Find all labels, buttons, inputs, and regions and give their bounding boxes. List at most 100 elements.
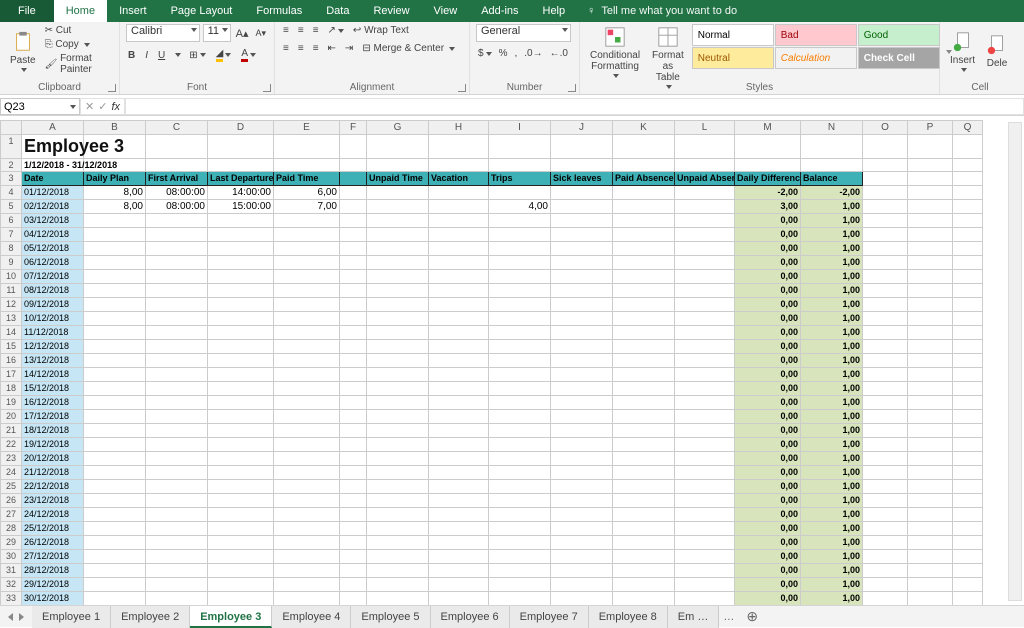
row-header[interactable]: 1 — [0, 135, 22, 159]
cell[interactable] — [675, 550, 735, 564]
cell-diff[interactable]: 0,00 — [735, 396, 801, 410]
cell[interactable] — [489, 256, 551, 270]
cell[interactable] — [489, 340, 551, 354]
font-size-select[interactable]: 11 — [203, 24, 231, 42]
cell-diff[interactable]: 0,00 — [735, 550, 801, 564]
cell[interactable] — [340, 368, 367, 382]
borders-button[interactable]: ⊞ — [187, 49, 207, 62]
cell-diff[interactable]: 0,00 — [735, 494, 801, 508]
cell[interactable] — [146, 312, 208, 326]
cell[interactable] — [208, 284, 274, 298]
cell[interactable] — [274, 452, 340, 466]
style-calculation[interactable]: Calculation — [775, 47, 857, 69]
cell[interactable] — [146, 326, 208, 340]
cell[interactable] — [489, 354, 551, 368]
cell-balance[interactable]: 1,00 — [801, 592, 863, 605]
tab-review[interactable]: Review — [361, 0, 421, 22]
cell[interactable] — [146, 438, 208, 452]
merge-center-button[interactable]: ⊟ Merge & Center — [360, 42, 457, 55]
cell[interactable] — [675, 340, 735, 354]
insert-cells-button[interactable]: Insert — [946, 29, 979, 74]
cell-diff[interactable]: 0,00 — [735, 536, 801, 550]
cell[interactable] — [146, 214, 208, 228]
tab-file[interactable]: File — [0, 0, 54, 22]
cell[interactable] — [367, 494, 429, 508]
cell-date[interactable]: 29/12/2018 — [22, 578, 84, 592]
cell[interactable] — [367, 508, 429, 522]
cell[interactable] — [953, 298, 983, 312]
cell[interactable] — [429, 354, 489, 368]
cell[interactable] — [613, 396, 675, 410]
cell[interactable] — [551, 508, 613, 522]
cell[interactable] — [953, 228, 983, 242]
table-header[interactable]: Paid Absence — [613, 172, 675, 186]
cell[interactable] — [863, 592, 908, 605]
cell[interactable] — [551, 242, 613, 256]
cell[interactable] — [551, 186, 613, 200]
cell[interactable] — [367, 382, 429, 396]
cell[interactable] — [274, 256, 340, 270]
cell[interactable] — [675, 159, 735, 172]
cell[interactable] — [274, 340, 340, 354]
tab-page-layout[interactable]: Page Layout — [159, 0, 245, 22]
cell[interactable] — [551, 396, 613, 410]
cell[interactable] — [675, 424, 735, 438]
cell[interactable] — [489, 186, 551, 200]
row-header[interactable]: 8 — [0, 242, 22, 256]
cell[interactable] — [208, 410, 274, 424]
cell[interactable] — [274, 354, 340, 368]
cell[interactable] — [84, 508, 146, 522]
cell[interactable] — [675, 410, 735, 424]
tab-formulas[interactable]: Formulas — [244, 0, 314, 22]
cell[interactable] — [146, 354, 208, 368]
cell[interactable] — [675, 396, 735, 410]
row-header[interactable]: 11 — [0, 284, 22, 298]
cell[interactable] — [953, 284, 983, 298]
tab-view[interactable]: View — [422, 0, 470, 22]
style-normal[interactable]: Normal — [692, 24, 774, 46]
cell[interactable] — [274, 480, 340, 494]
cell[interactable]: 7,00 — [274, 200, 340, 214]
cell[interactable] — [429, 312, 489, 326]
table-header[interactable]: Sick leaves — [551, 172, 613, 186]
cell[interactable] — [340, 312, 367, 326]
cell[interactable] — [274, 494, 340, 508]
cell[interactable] — [340, 242, 367, 256]
cell[interactable] — [208, 242, 274, 256]
cell-balance[interactable]: 1,00 — [801, 508, 863, 522]
col-header-B[interactable]: B — [84, 120, 146, 135]
cell[interactable] — [429, 228, 489, 242]
cell[interactable] — [489, 410, 551, 424]
cell[interactable] — [274, 214, 340, 228]
table-header[interactable] — [340, 172, 367, 186]
cell[interactable] — [274, 298, 340, 312]
row-header[interactable]: 12 — [0, 298, 22, 312]
cell[interactable] — [84, 592, 146, 605]
cell[interactable] — [146, 368, 208, 382]
col-header-F[interactable]: F — [340, 120, 367, 135]
cell[interactable] — [146, 284, 208, 298]
cell[interactable] — [908, 135, 953, 159]
cell[interactable] — [146, 564, 208, 578]
cell[interactable] — [274, 326, 340, 340]
cell[interactable] — [908, 466, 953, 480]
cell[interactable] — [953, 270, 983, 284]
cell[interactable] — [208, 480, 274, 494]
cell[interactable] — [551, 522, 613, 536]
cell[interactable] — [367, 256, 429, 270]
cell[interactable] — [953, 396, 983, 410]
cell-balance[interactable]: 1,00 — [801, 312, 863, 326]
cell[interactable]: 08:00:00 — [146, 186, 208, 200]
align-middle-button[interactable]: ≡ — [296, 24, 306, 37]
cell[interactable] — [489, 214, 551, 228]
cell[interactable] — [146, 396, 208, 410]
cell[interactable] — [675, 382, 735, 396]
cell[interactable] — [146, 494, 208, 508]
cell[interactable] — [429, 578, 489, 592]
cell[interactable] — [429, 424, 489, 438]
cell[interactable] — [489, 424, 551, 438]
cell-diff[interactable]: 0,00 — [735, 508, 801, 522]
col-header-N[interactable]: N — [801, 120, 863, 135]
cell[interactable] — [340, 480, 367, 494]
cell-date[interactable]: 05/12/2018 — [22, 242, 84, 256]
